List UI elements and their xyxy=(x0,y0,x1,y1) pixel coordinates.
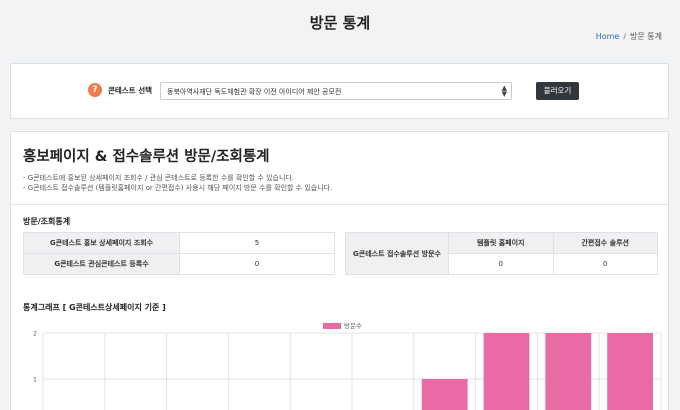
visits-chart: 방문수 12 xyxy=(23,318,663,410)
table-header-cell: G콘테스트 관심콘테스트 등록수 xyxy=(23,253,180,275)
table-cell: 5 xyxy=(179,232,335,254)
table-header-cell: 간편접수 솔루션 xyxy=(552,232,658,254)
breadcrumb-home-link[interactable]: Home xyxy=(596,32,620,41)
divider xyxy=(11,204,668,205)
table-header-cell: G콘테스트 접수솔루션 방문수 xyxy=(345,232,449,275)
bar xyxy=(607,333,653,410)
table-cell: 0 xyxy=(179,253,335,275)
y-tick-label: 2 xyxy=(33,330,37,338)
stats-title: 홍보페이지 & 접수솔루션 방문/조회통계 xyxy=(23,149,270,165)
legend-swatch xyxy=(323,323,341,329)
table-cell: 0 xyxy=(552,253,658,275)
chart-svg: 12 xyxy=(33,330,662,410)
contest-select-value: 동북아역사재단 독도체험관 확장 이전 아이디어 제안 공모전 xyxy=(167,88,342,96)
bar xyxy=(483,333,530,410)
table-header-cell: G콘테스트 홍보 상세페이지 조회수 xyxy=(23,232,180,254)
breadcrumb-separator: / xyxy=(623,32,627,41)
breadcrumb-current: 방문 통계 xyxy=(630,32,662,41)
contest-select-label: 콘테스트 선택 xyxy=(108,86,153,95)
y-tick-label: 1 xyxy=(33,376,37,384)
chart-legend: 방문수 xyxy=(323,320,362,330)
bar xyxy=(545,333,592,410)
promo-stats-table: G콘테스트 홍보 상세페이지 조회수 5 G콘테스트 관심콘테스트 등록수 0 xyxy=(23,232,335,275)
table-row: G콘테스트 관심콘테스트 등록수 0 xyxy=(23,253,335,275)
stats-description-2: - G콘테스트 접수솔루션 (템플릿홈페이지 or 간편접수) 사용시 해당 페… xyxy=(23,184,333,192)
table-row: G콘테스트 홍보 상세페이지 조회수 5 xyxy=(23,232,335,254)
stats-section-title: 방문/조회통계 xyxy=(23,217,71,226)
load-button[interactable]: 불러오기 xyxy=(536,82,579,100)
breadcrumb: Home / 방문 통계 xyxy=(596,31,662,42)
contest-select-dropdown[interactable]: 동북아역사재단 독도체험관 확장 이전 아이디어 제안 공모전 ▲ ▼ xyxy=(160,82,512,100)
table-row: G콘테스트 접수솔루션 방문수 템플릿 홈페이지 간편접수 솔루션 xyxy=(345,232,658,275)
table-cell: 0 xyxy=(448,253,554,275)
graph-section-title: 통계그래프 [ G콘테스트상세페이지 기준 ] xyxy=(23,303,166,312)
page-title: 방문 통계 xyxy=(309,14,371,32)
chevron-updown-icon: ▲ ▼ xyxy=(501,84,507,98)
legend-label: 방문수 xyxy=(344,322,362,330)
stats-card: 홍보페이지 & 접수솔루션 방문/조회통계 - G콘테스트에 홍보된 상세페이지… xyxy=(10,131,669,410)
contest-select-card: ? 콘테스트 선택 동북아역사재단 독도체험관 확장 이전 아이디어 제안 공모… xyxy=(10,63,669,119)
stats-description-1: - G콘테스트에 홍보된 상세페이지 조회수 / 관심 콘테스트로 등록한 수를… xyxy=(23,174,295,182)
table-header-cell: 템플릿 홈페이지 xyxy=(448,232,554,254)
solution-stats-table: G콘테스트 접수솔루션 방문수 템플릿 홈페이지 간편접수 솔루션 0 0 xyxy=(345,232,658,275)
bar xyxy=(421,379,468,410)
question-icon: ? xyxy=(88,83,102,97)
